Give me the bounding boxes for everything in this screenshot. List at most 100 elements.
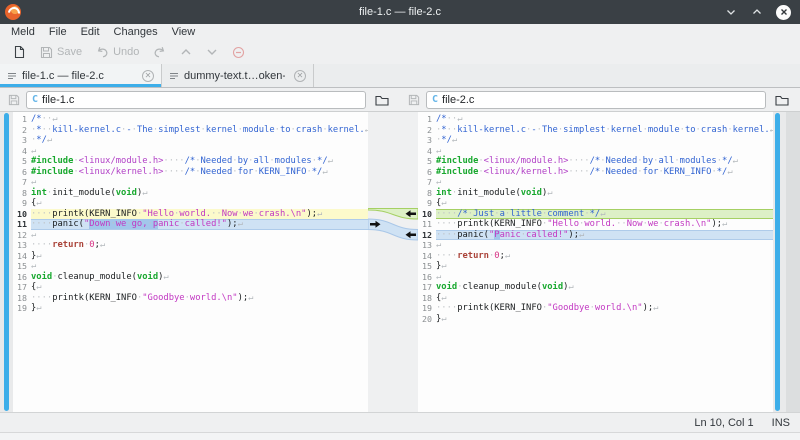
code-text[interactable]: {↵ [436,198,773,209]
tab-close-icon[interactable]: ✕ [142,70,154,82]
open-file-button-right[interactable] [772,91,792,109]
code-text[interactable]: ····return·0;↵ [436,251,773,262]
newline-arrow-icon: ↵ [436,240,441,250]
code-text[interactable]: ↵ [31,177,368,188]
window-margin [786,112,800,412]
code-text[interactable]: ↵ [436,146,773,157]
code-text[interactable]: ·*··kill-kernel.c·-·The·simplest·kernel·… [436,125,773,136]
c-file-icon: C [32,94,38,105]
code-text[interactable]: ↵ [31,261,368,272]
scrollbar-left[interactable] [0,112,13,412]
code-text[interactable]: ····printk(KERN_INFO·"Hello·world.··Now·… [436,219,773,230]
menu-changes[interactable]: Changes [107,26,165,38]
code-text[interactable]: ·*/↵ [436,135,773,146]
tab-file1-file2[interactable]: file-1.c — file-2.c ✕ [0,64,162,87]
code-text[interactable]: ····printk(KERN_INFO·"Goodbye·world.\n")… [436,303,773,314]
code-text[interactable]: }↵ [436,261,773,272]
folder-icon [775,94,789,106]
undo-button[interactable]: Undo [91,44,144,61]
line-number: 13 [418,240,436,251]
code-line: 7↵ [418,177,773,188]
code-text[interactable]: /*··↵ [436,114,773,125]
code-line: 4↵ [418,146,773,157]
file-header-left: C file-1.c [0,88,400,111]
code-text[interactable]: }↵ [31,251,368,262]
cursor-position: Ln 10, Col 1 [694,417,753,429]
code-text[interactable]: ↵ [436,177,773,188]
scrollbar-thumb[interactable] [4,113,9,411]
code-text[interactable]: #include·<linux/module.h>····/*·Needed·b… [436,156,773,167]
code-text[interactable]: void·cleanup_module(void)↵ [436,282,773,293]
code-text[interactable]: ····panic("Panic·called!");↵ [436,230,773,241]
code-text[interactable]: ····printk(KERN_INFO·"Hello·world.··Now·… [31,209,368,220]
newline-arrow-icon: ↵ [52,114,57,124]
new-comparison-button[interactable] [8,43,31,61]
scrollbar-right[interactable] [773,112,786,412]
code-text[interactable]: ····panic("Down·we·go,·panic·called!");↵ [31,219,368,230]
code-text[interactable]: #include·<linux/kernel.h>····/*·Needed·f… [31,167,368,178]
menu-view[interactable]: View [165,26,203,38]
editor-pane-left[interactable]: 1/*··↵2·*··kill-kernel.c·-·The·simplest·… [13,112,368,412]
code-text[interactable]: ·*/↵ [31,135,368,146]
stop-button[interactable] [227,44,250,61]
filename-entry-right[interactable]: C file-2.c [426,91,766,109]
code-text[interactable]: ····/*·Just·a·little·comment·*/↵ [436,209,773,220]
code-text[interactable]: /*··↵ [31,114,368,125]
minimize-button[interactable] [724,5,738,19]
code-text[interactable]: {↵ [31,282,368,293]
code-line: 5#include·<linux/module.h>····/*·Needed·… [418,156,773,167]
newline-arrow-icon: ↵ [31,230,36,240]
menubar: Meld File Edit Changes View [0,24,800,40]
chevron-up-icon [752,7,762,17]
code-line: 17void·cleanup_module(void)↵ [418,282,773,293]
redo-button[interactable] [148,44,171,61]
line-number: 10 [13,209,31,220]
newline-arrow-icon: ↵ [722,219,727,229]
maximize-button[interactable] [750,5,764,19]
code-text[interactable]: ↵ [436,272,773,283]
code-text[interactable]: ····printk(KERN_INFO·"Goodbye·world.\n")… [31,293,368,304]
line-number: 4 [418,146,436,157]
editor-pane-right[interactable]: 1/*··↵2·*··kill-kernel.c·-·The·simplest·… [418,112,773,412]
code-line: 3·*/↵ [13,135,368,146]
line-number: 5 [418,156,436,167]
previous-change-button[interactable] [175,44,197,60]
code-text[interactable]: }↵ [436,314,773,325]
code-line: 5#include·<linux/module.h>····/*·Needed·… [13,156,368,167]
tab-dummy-text[interactable]: dummy-text.t…oken-lines.txt ✕ [162,64,314,87]
code-text[interactable]: ·*··kill-kernel.c·-·The·simplest·kernel·… [31,125,368,136]
code-text[interactable]: ↵ [436,240,773,251]
filename-entry-left[interactable]: C file-1.c [26,91,366,109]
code-text[interactable]: {↵ [31,198,368,209]
menu-edit[interactable]: Edit [74,26,107,38]
code-text[interactable]: ↵ [31,146,368,157]
code-text[interactable]: #include·<linux/module.h>····/*·Needed·b… [31,156,368,167]
open-file-button-left[interactable] [372,91,392,109]
code-line: 4↵ [13,146,368,157]
next-change-button[interactable] [201,44,223,60]
save-icon [40,46,53,59]
save-button[interactable]: Save [35,44,87,61]
code-line: 6#include·<linux/kernel.h>····/*·Needed·… [418,167,773,178]
code-text[interactable]: int·init_module(void)↵ [436,188,773,199]
code-text[interactable]: ↵ [31,230,368,241]
close-button[interactable] [776,5,791,20]
line-number: 14 [418,251,436,262]
code-text[interactable]: ····return·0;↵ [31,240,368,251]
code-text[interactable]: void·cleanup_module(void)↵ [31,272,368,283]
line-number: 7 [13,177,31,188]
tab-close-icon[interactable]: ✕ [294,70,306,82]
line-number: 6 [13,167,31,178]
code-text[interactable]: {↵ [436,293,773,304]
menu-meld[interactable]: Meld [4,26,42,38]
code-line: 14}↵ [13,251,368,262]
menu-file[interactable]: File [42,26,74,38]
line-number: 5 [13,156,31,167]
line-number: 10 [418,209,436,220]
code-text[interactable]: int·init_module(void)↵ [31,188,368,199]
code-text[interactable]: #include·<linux/kernel.h>····/*·Needed·f… [436,167,773,178]
code-line: 1/*··↵ [418,114,773,125]
scrollbar-thumb[interactable] [775,113,780,411]
line-number: 15 [13,261,31,272]
code-text[interactable]: }↵ [31,303,368,314]
